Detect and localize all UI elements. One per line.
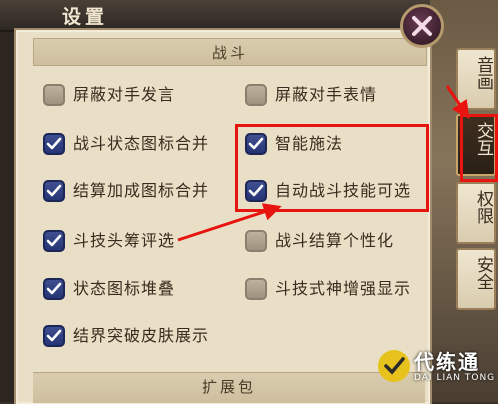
logo-name: 代练通 (414, 350, 480, 374)
annotation-arrow-tab (445, 85, 470, 119)
watermark-logo: 代练通 DAI LIAN TONG (372, 340, 498, 402)
annotation-arrow-options (177, 203, 282, 242)
logo-icon (378, 350, 410, 382)
logo-subtitle: DAI LIAN TONG (414, 373, 496, 383)
